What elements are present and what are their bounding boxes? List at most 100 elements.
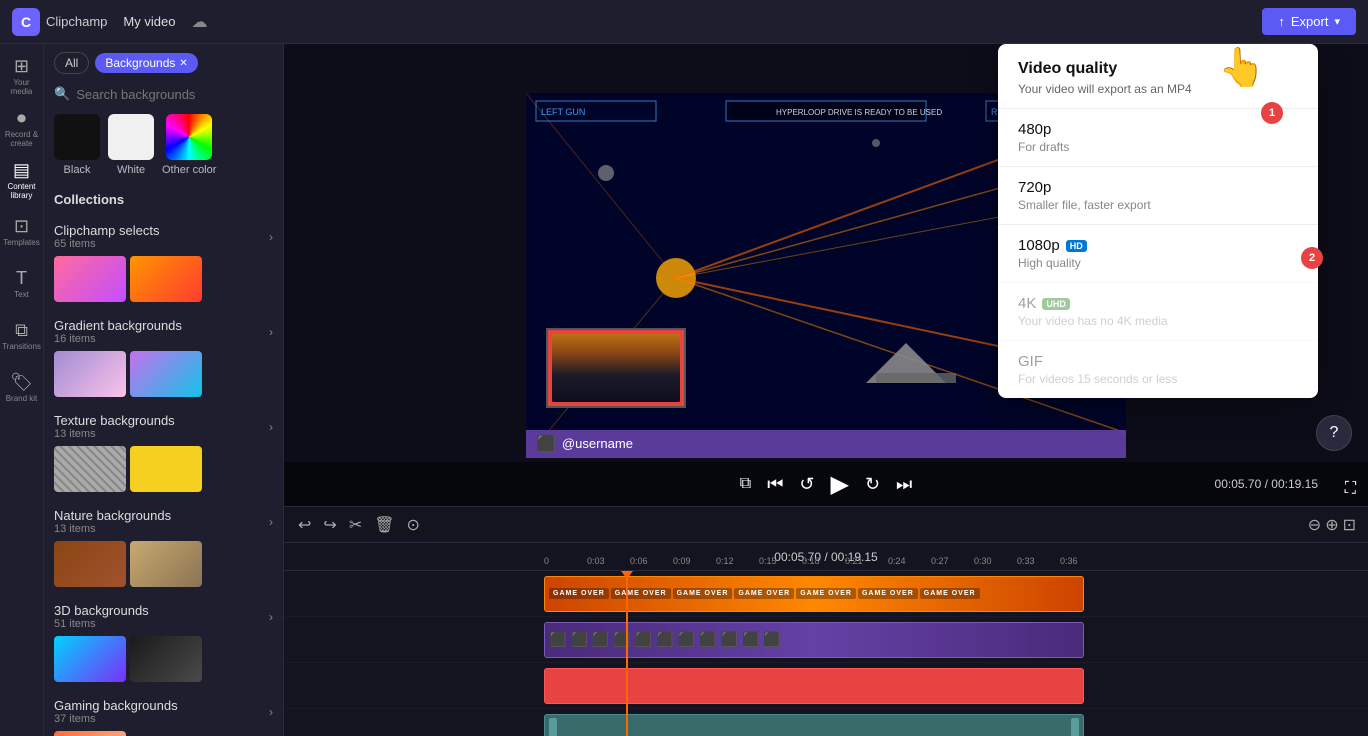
rewind-5s-button[interactable]: ↺: [799, 474, 814, 495]
export-label: Export: [1291, 14, 1329, 29]
skip-back-button[interactable]: ⏮: [767, 474, 783, 495]
collection-clipchamp-selects[interactable]: Clipchamp selects 65 items ›: [44, 215, 283, 310]
panel-filter-row: All Backgrounds ✕: [44, 44, 283, 82]
zoom-out-button[interactable]: ⊖: [1308, 515, 1321, 535]
sidebar-item-content-library[interactable]: ▤ Content library: [4, 156, 40, 204]
quality-option-480p[interactable]: 480p For drafts: [998, 108, 1318, 166]
ruler-tick: 0:33: [1017, 551, 1060, 569]
text-icon: T: [16, 268, 27, 289]
forward-5s-button[interactable]: ↻: [865, 474, 880, 495]
your-media-icon: ⊞: [14, 56, 29, 77]
clip-teal[interactable]: [544, 714, 1084, 736]
zoom-fit-button[interactable]: ⊡: [1343, 515, 1356, 535]
export-button[interactable]: ↑ Export ▾: [1262, 8, 1356, 35]
quality-option-4k[interactable]: 4K UHD Your video has no 4K media: [998, 282, 1318, 340]
uhd-badge: UHD: [1042, 298, 1070, 310]
quality-popup-title: Video quality: [1018, 60, 1298, 78]
sidebar-item-transitions[interactable]: ⧉ Transitions: [4, 312, 40, 360]
clip-red[interactable]: [544, 668, 1084, 704]
track-row-teal: [284, 709, 1368, 736]
sidebar-item-brand-kit[interactable]: 🏷 Brand kit: [4, 364, 40, 412]
search-icon: 🔍: [54, 86, 70, 102]
hd-badge: HD: [1066, 240, 1087, 252]
thumb-item: [54, 351, 126, 397]
delete-button[interactable]: 🗑: [372, 513, 396, 537]
quality-option-1080p[interactable]: 1080p HD High quality: [998, 224, 1318, 282]
ruler-tick: 0:03: [587, 551, 630, 569]
zoom-controls: ⊖ ⊕ ⊡: [1308, 515, 1356, 535]
collection-thumbs: [54, 541, 273, 587]
content-panel: All Backgrounds ✕ 🔍 Black White Other: [44, 44, 284, 736]
quality-option-720p[interactable]: 720p Smaller file, faster export: [998, 166, 1318, 224]
sidebar-item-templates[interactable]: ⊡ Templates: [4, 208, 40, 256]
collection-gaming-backgrounds[interactable]: Gaming backgrounds 37 items ›: [44, 690, 283, 736]
filter-tag-close-icon[interactable]: ✕: [179, 58, 187, 69]
quality-popup-subtitle: Your video will export as an MP4: [1018, 82, 1298, 96]
topbar: C Clipchamp My video ☁ ↑ Export ▾: [0, 0, 1368, 44]
timeline-content: 00:05.70 / 00:19.15 0 0:03 0:06 0:09 0:1…: [284, 543, 1368, 736]
save-button[interactable]: ⊙: [405, 513, 422, 537]
track-clips-teal: [544, 712, 1368, 736]
swatch-white[interactable]: White: [108, 114, 154, 176]
sidebar-item-your-media[interactable]: ⊞ Your media: [4, 52, 40, 100]
chevron-right-icon: ›: [269, 325, 273, 339]
chevron-right-icon: ›: [269, 705, 273, 719]
swatch-other-color[interactable]: Other color: [162, 114, 216, 176]
track-row-game-over: GAME OVER GAME OVER GAME OVER GAME OVER …: [284, 571, 1368, 617]
quality-option-gif[interactable]: GIF For videos 15 seconds or less: [998, 340, 1318, 398]
ruler-tick: 0: [544, 551, 587, 569]
track-row-twitch: ⬛ ⬛ ⬛ ⬛ ⬛ ⬛ ⬛ ⬛ ⬛ ⬛: [284, 617, 1368, 663]
clip-game-over[interactable]: GAME OVER GAME OVER GAME OVER GAME OVER …: [544, 576, 1084, 612]
ruler-tick: 0:27: [931, 551, 974, 569]
filter-tag-label: Backgrounds: [105, 56, 175, 70]
thumb-item: [130, 541, 202, 587]
thumb-item: [54, 731, 126, 736]
collection-3d-backgrounds[interactable]: 3D backgrounds 51 items ›: [44, 595, 283, 690]
redo-button[interactable]: ↪: [321, 513, 338, 537]
timeline-area: ↩ ↪ ✂ 🗑 ⊙ ⊖ ⊕ ⊡ 00:0: [284, 506, 1368, 736]
zoom-in-button[interactable]: ⊕: [1325, 515, 1338, 535]
ruler-tick: 0:18: [802, 551, 845, 569]
thumb-item: [54, 446, 126, 492]
chevron-right-icon: ›: [269, 610, 273, 624]
main-layout: ⊞ Your media ⏺ Record & create ▤ Content…: [0, 44, 1368, 736]
thumb-item: [130, 446, 202, 492]
collection-gradient-backgrounds[interactable]: Gradient backgrounds 16 items ›: [44, 310, 283, 405]
clip-twitch-row[interactable]: ⬛ ⬛ ⬛ ⬛ ⬛ ⬛ ⬛ ⬛ ⬛ ⬛: [544, 622, 1084, 658]
help-button[interactable]: ?: [1316, 415, 1352, 451]
fullscreen-button[interactable]: ⛶: [1345, 480, 1356, 498]
sidebar-item-text[interactable]: T Text: [4, 260, 40, 308]
ruler-tick: 0:21: [845, 551, 888, 569]
captions-toggle-button[interactable]: ⧉: [740, 475, 751, 493]
filter-backgrounds-tag[interactable]: Backgrounds ✕: [95, 53, 197, 73]
thumb-item: [130, 636, 202, 682]
collection-texture-backgrounds[interactable]: Texture backgrounds 13 items ›: [44, 405, 283, 500]
svg-text:HYPERLOOP DRIVE IS READY TO BE: HYPERLOOP DRIVE IS READY TO BE USED: [776, 108, 942, 117]
chevron-right-icon: ›: [269, 420, 273, 434]
swatch-black[interactable]: Black: [54, 114, 100, 176]
video-title[interactable]: My video: [123, 14, 175, 29]
ruler-tick: 0:36: [1060, 551, 1103, 569]
filter-all-button[interactable]: All: [54, 52, 89, 74]
cut-button[interactable]: ✂: [347, 513, 364, 537]
undo-button[interactable]: ↩: [296, 513, 313, 537]
collection-thumbs: [54, 256, 273, 302]
collection-thumbs: [54, 731, 273, 736]
collection-thumbs: [54, 351, 273, 397]
skip-forward-button[interactable]: ⏭: [896, 474, 912, 495]
timeline-tracks-area: 00:05.70 / 00:19.15 0 0:03 0:06 0:09 0:1…: [284, 543, 1368, 736]
tracks-scroll-area: GAME OVER GAME OVER GAME OVER GAME OVER …: [284, 571, 1368, 736]
app-logo[interactable]: C Clipchamp: [12, 8, 107, 36]
username-display: @username: [562, 436, 633, 451]
collection-thumbs: [54, 636, 273, 682]
play-pause-button[interactable]: ▶: [830, 470, 848, 499]
search-input[interactable]: [76, 87, 273, 102]
collection-nature-backgrounds[interactable]: Nature backgrounds 13 items ›: [44, 500, 283, 595]
preview-area: LEFT GUN RIGHT GUN HYPERLOOP DRIVE IS RE…: [284, 44, 1368, 506]
webcam-overlay: [546, 328, 686, 408]
sidebar-item-record[interactable]: ⏺ Record & create: [4, 104, 40, 152]
panel-scroll: Clipchamp selects 65 items › Gradient ba…: [44, 215, 283, 736]
twitch-overlay-bar: ⬛ @username: [526, 430, 1126, 458]
track-clips-red: [544, 666, 1368, 706]
export-dropdown-arrow: ▾: [1334, 15, 1340, 28]
